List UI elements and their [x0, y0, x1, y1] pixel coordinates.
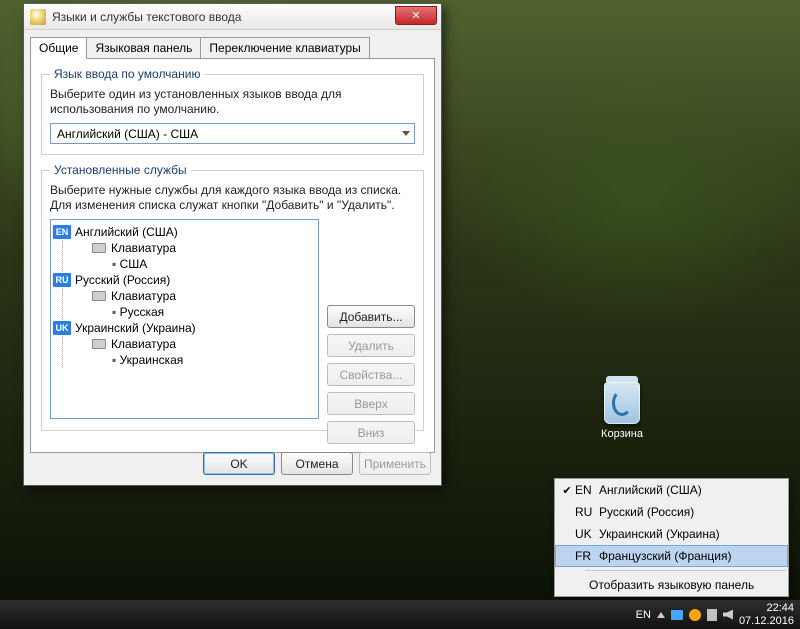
- apply-button[interactable]: Применить: [359, 452, 431, 475]
- lang-name: Английский (США): [599, 483, 702, 497]
- default-language-legend: Язык ввода по умолчанию: [50, 67, 204, 81]
- default-language-group: Язык ввода по умолчанию Выберите один из…: [41, 67, 424, 155]
- menu-separator: [585, 570, 786, 571]
- default-language-value: Английский (США) - США: [57, 127, 198, 141]
- tray-app-icon[interactable]: [707, 609, 717, 621]
- lang-badge-uk: UK: [53, 321, 71, 335]
- keyboard-label: Клавиатура: [111, 289, 176, 303]
- remove-button[interactable]: Удалить: [327, 334, 415, 357]
- show-language-bar[interactable]: Отобразить языковую панель: [555, 574, 788, 596]
- move-up-button[interactable]: Вверх: [327, 392, 415, 415]
- layout-item[interactable]: Украинская: [72, 352, 316, 368]
- lang-name: Английский (США): [75, 225, 178, 239]
- tab-strip: Общие Языковая панель Переключение клави…: [24, 30, 441, 58]
- layout-item[interactable]: США: [72, 256, 316, 272]
- tab-language-bar[interactable]: Языковая панель: [86, 37, 201, 59]
- move-down-button[interactable]: Вниз: [327, 421, 415, 444]
- keyboard-label: Клавиатура: [111, 337, 176, 351]
- language-switcher-menu: ✔ EN Английский (США) RU Русский (Россия…: [554, 478, 789, 597]
- properties-button[interactable]: Свойства...: [327, 363, 415, 386]
- services-tree[interactable]: EN Английский (США) Клавиатура США RU Русс…: [50, 219, 319, 419]
- lang-code: UK: [575, 527, 599, 541]
- taskbar: EN 22:44 07.12.2016: [0, 600, 800, 629]
- lang-name: Русский (Россия): [599, 505, 694, 519]
- layout-item[interactable]: Русская: [72, 304, 316, 320]
- titlebar[interactable]: Языки и службы текстового ввода ✕: [24, 4, 441, 30]
- taskbar-clock[interactable]: 22:44 07.12.2016: [739, 602, 796, 628]
- lang-menu-item[interactable]: FR Французский (Франция): [555, 545, 788, 567]
- add-button[interactable]: Добавить...: [327, 305, 415, 328]
- show-hidden-icons[interactable]: [657, 612, 665, 618]
- lang-menu-item[interactable]: ✔ EN Английский (США): [555, 479, 788, 501]
- recycle-bin-label: Корзина: [592, 428, 652, 440]
- check-icon: ✔: [559, 484, 575, 497]
- tab-keyboard-switch[interactable]: Переключение клавиатуры: [200, 37, 369, 59]
- recycle-bin-icon: [604, 382, 640, 424]
- keyboard-icon: [92, 339, 106, 349]
- clock-date: 07.12.2016: [739, 615, 794, 628]
- ok-button[interactable]: OK: [203, 452, 275, 475]
- keyboard-icon: [92, 291, 106, 301]
- lang-code: RU: [575, 505, 599, 519]
- taskbar-language-indicator[interactable]: EN: [636, 609, 651, 621]
- keyboard-label: Клавиатура: [111, 241, 176, 255]
- default-language-desc: Выберите один из установленных языков вв…: [50, 87, 415, 117]
- tray-app-icon[interactable]: [689, 609, 701, 621]
- text-services-dialog: Языки и службы текстового ввода ✕ Общие …: [23, 3, 442, 486]
- system-tray: [657, 609, 733, 621]
- cancel-button[interactable]: Отмена: [281, 452, 353, 475]
- lang-menu-item[interactable]: RU Русский (Россия): [555, 501, 788, 523]
- action-center-icon[interactable]: [671, 610, 683, 620]
- lang-code: FR: [575, 549, 599, 563]
- chevron-down-icon: [402, 131, 410, 136]
- installed-services-group: Установленные службы Выберите нужные слу…: [41, 163, 424, 431]
- keyboard-icon: [92, 243, 106, 253]
- recycle-bin[interactable]: Корзина: [592, 382, 652, 440]
- dialog-footer: OK Отмена Применить: [203, 452, 431, 475]
- service-buttons: Добавить... Удалить Свойства... Вверх Вн…: [327, 219, 415, 444]
- volume-icon[interactable]: [723, 610, 733, 620]
- tab-general[interactable]: Общие: [30, 37, 87, 59]
- lang-menu-item[interactable]: UK Украинский (Украина): [555, 523, 788, 545]
- lang-name: Французский (Франция): [599, 549, 732, 563]
- window-title: Языки и службы текстового ввода: [52, 10, 241, 24]
- installed-services-legend: Установленные службы: [50, 163, 191, 177]
- installed-services-desc: Выберите нужные службы для каждого языка…: [50, 183, 415, 213]
- default-language-combo[interactable]: Английский (США) - США: [50, 123, 415, 144]
- lang-name: Украинский (Украина): [599, 527, 720, 541]
- clock-time: 22:44: [739, 602, 794, 615]
- lang-name: Русский (Россия): [75, 273, 170, 287]
- tab-page-general: Язык ввода по умолчанию Выберите один из…: [30, 58, 435, 453]
- lang-badge-en: EN: [53, 225, 71, 239]
- close-button[interactable]: ✕: [395, 6, 437, 25]
- lang-name: Украинский (Украина): [75, 321, 196, 335]
- window-icon: [30, 9, 46, 25]
- desktop: Языки и службы текстового ввода ✕ Общие …: [0, 0, 800, 629]
- lang-code: EN: [575, 483, 599, 497]
- lang-badge-ru: RU: [53, 273, 71, 287]
